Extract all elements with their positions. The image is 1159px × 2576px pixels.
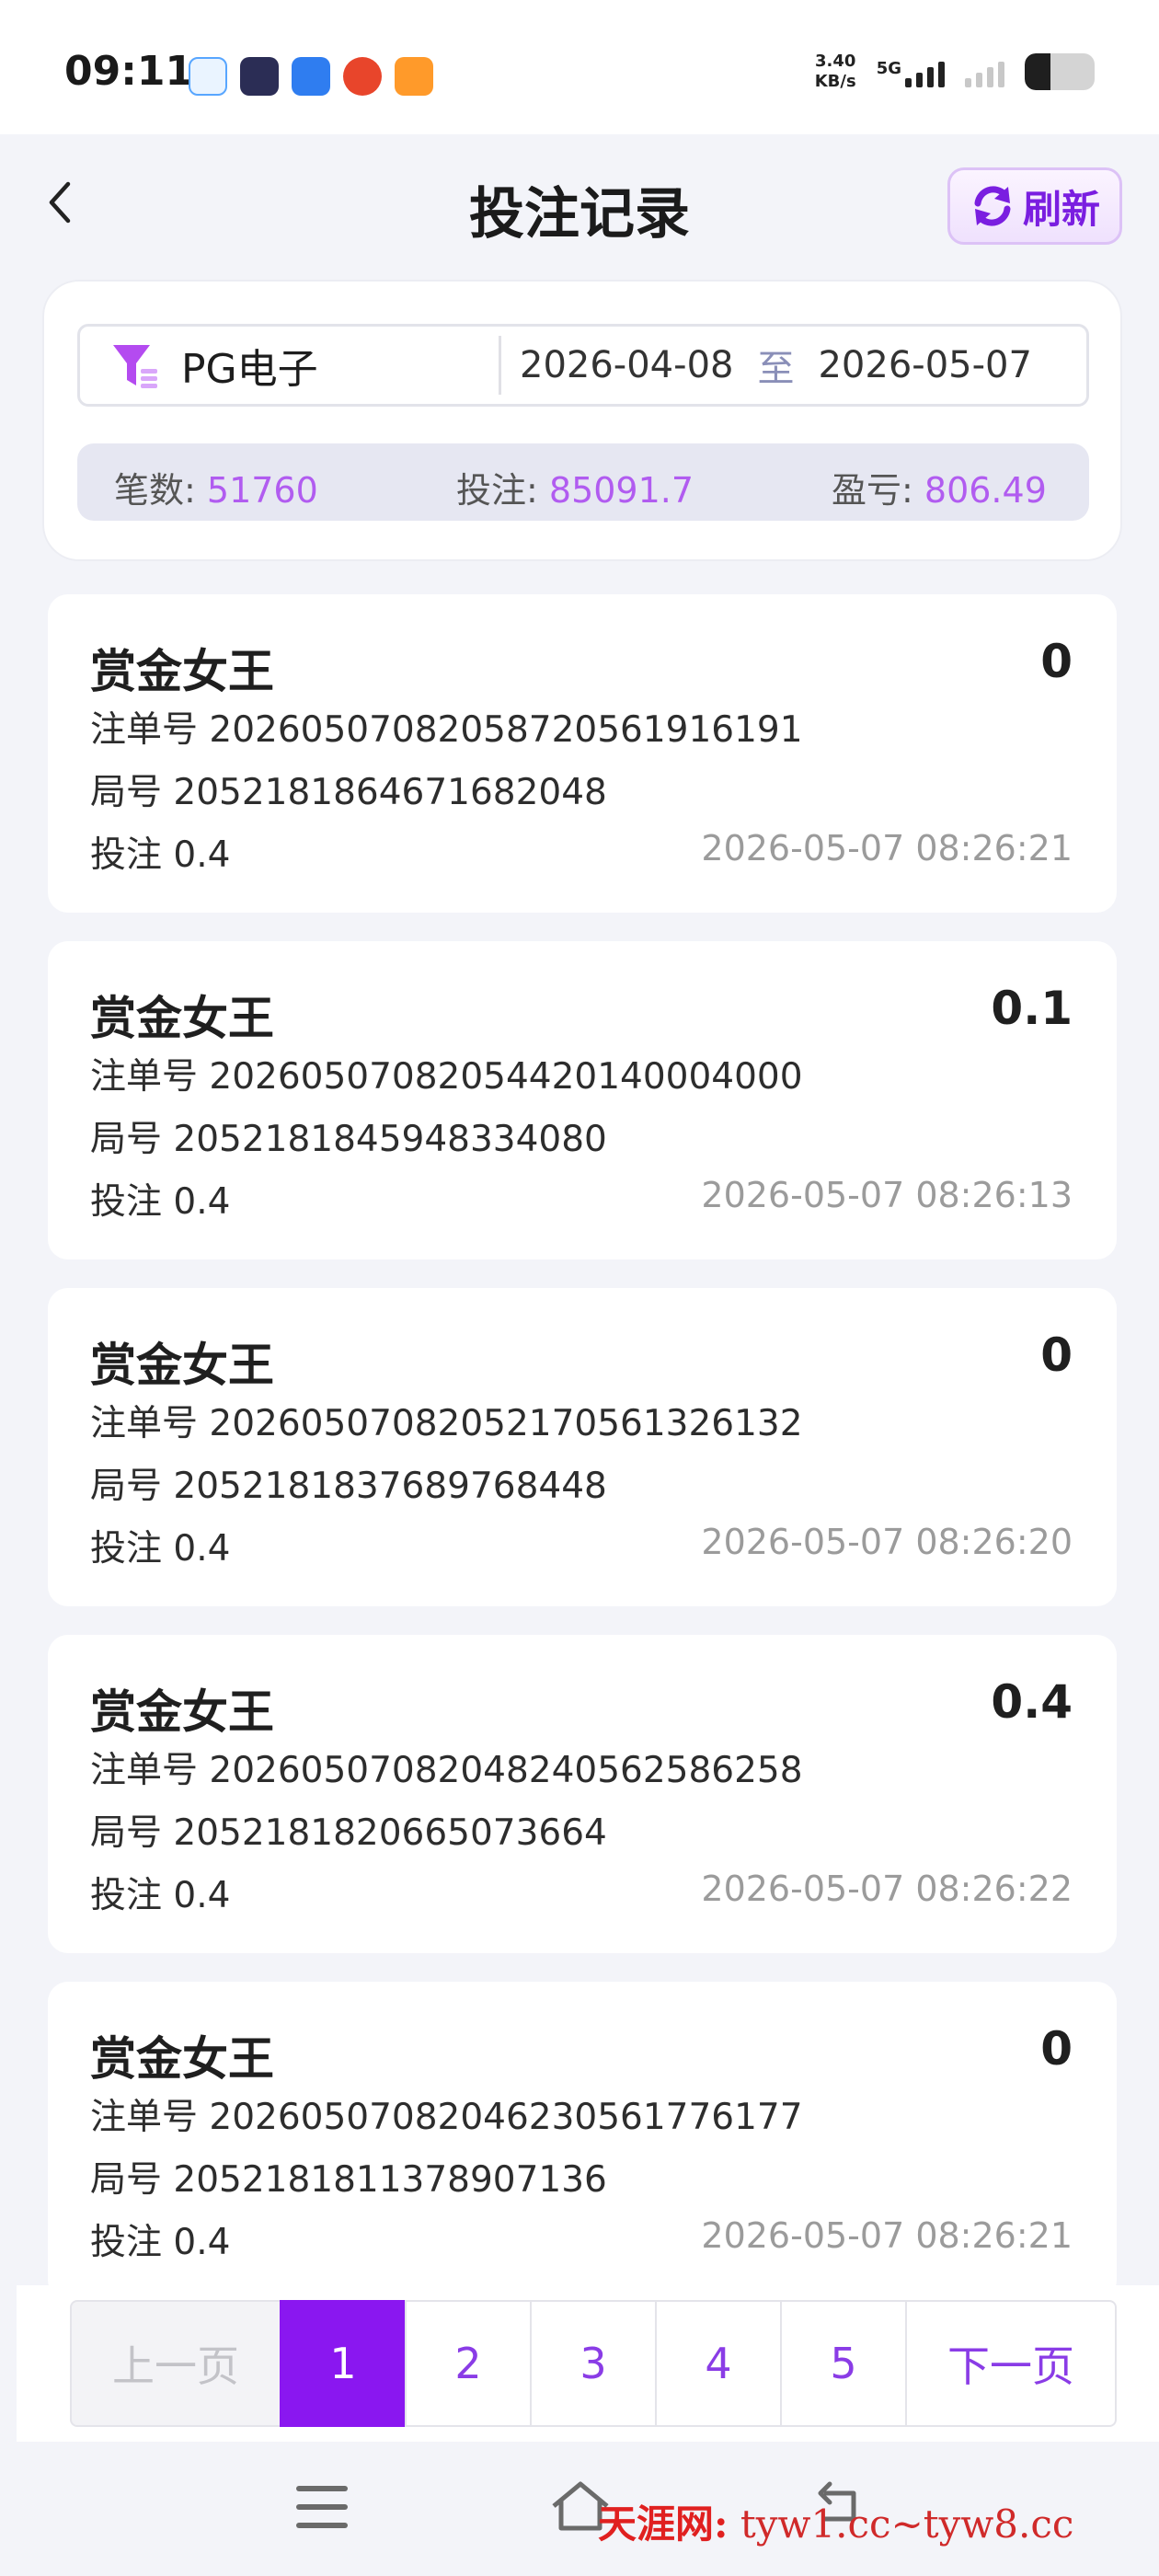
record-time: 2026-05-07 08:26:21 — [701, 2215, 1073, 2256]
watermark-urls: tyw1.cc~tyw8.cc — [740, 2501, 1074, 2547]
summary-profit: 盈亏: 806.49 — [832, 462, 1047, 512]
shopping-app-icon — [343, 57, 382, 96]
record-order-number: 注单号 20260507082058720561916191 — [90, 709, 803, 751]
record-game-name: 赏金女王 — [90, 645, 274, 698]
bet-record-card[interactable]: 赏金女王 0.1 注单号 20260507082054420140004000 … — [48, 941, 1117, 1259]
record-time: 2026-05-07 08:26:20 — [701, 1522, 1073, 1562]
record-game-name: 赏金女王 — [90, 992, 274, 1045]
record-order-number: 注单号 20260507082048240562586258 — [90, 1750, 803, 1791]
record-game-name: 赏金女王 — [90, 1685, 274, 1739]
record-round-number: 局号 2052181837689768448 — [90, 1466, 607, 1507]
filter-panel: PG电子 2026-04-08 至 2026-05-07 笔数: 51760 投… — [42, 280, 1122, 561]
game-type-value: PG电子 — [181, 346, 318, 393]
bet-label: 投注: — [456, 470, 538, 511]
profit-label: 盈亏: — [832, 470, 913, 511]
page-button-1[interactable]: 1 — [280, 2300, 407, 2427]
filter-divider — [499, 336, 501, 395]
status-time: 09:11 — [64, 48, 194, 95]
record-win-amount: 0 — [1040, 1328, 1073, 1382]
record-order-number: 注单号 20260507082052170561326132 — [90, 1403, 803, 1444]
profit-value: 806.49 — [924, 470, 1047, 511]
notification-icons — [189, 57, 433, 96]
filter-row: PG电子 2026-04-08 至 2026-05-07 — [77, 324, 1089, 407]
count-label: 笔数: — [114, 470, 196, 511]
system-indicators: 3.40 KB/s 5G — [815, 52, 1095, 92]
record-game-name: 赏金女王 — [90, 1339, 274, 1392]
record-bet-amount: 投注 0.4 — [90, 2222, 231, 2263]
page-button-4[interactable]: 4 — [655, 2300, 782, 2427]
network-type: 5G — [876, 59, 901, 78]
record-win-amount: 0 — [1040, 2022, 1073, 2076]
date-from-field[interactable]: 2026-04-08 — [520, 344, 733, 386]
record-round-number: 局号 2052181864671682048 — [90, 772, 607, 813]
summary-bet: 投注: 85091.7 — [456, 462, 694, 512]
record-bet-amount: 投注 0.4 — [90, 1875, 231, 1916]
record-round-number: 局号 2052181811378907136 — [90, 2159, 607, 2201]
refresh-label: 刷新 — [1022, 186, 1100, 232]
page-button-3[interactable]: 3 — [530, 2300, 657, 2427]
record-win-amount: 0 — [1040, 635, 1073, 688]
net-speed: 3.40 KB/s — [815, 52, 856, 92]
record-game-name: 赏金女王 — [90, 2032, 274, 2086]
refresh-icon — [974, 186, 1011, 226]
filter-icon — [113, 345, 157, 388]
bet-record-card[interactable]: 赏金女王 0 注单号 20260507082058720561916191 局号… — [48, 594, 1117, 913]
game-type-select[interactable]: PG电子 — [80, 327, 499, 404]
date-to-field[interactable]: 2026-05-07 — [818, 344, 1031, 386]
summary-bar: 笔数: 51760 投注: 85091.7 盈亏: 806.49 — [77, 443, 1089, 521]
record-time: 2026-05-07 08:26:13 — [701, 1175, 1073, 1215]
record-win-amount: 0.4 — [991, 1675, 1073, 1729]
video-app-icon — [240, 57, 279, 96]
cellular-2-icon — [965, 56, 1004, 87]
prev-page-button[interactable]: 上一页 — [70, 2300, 281, 2427]
page-button-5[interactable]: 5 — [780, 2300, 907, 2427]
status-bar: 09:11 3.40 KB/s 5G — [0, 0, 1159, 134]
record-time: 2026-05-07 08:26:21 — [701, 828, 1073, 868]
browser-app-icon — [189, 57, 227, 96]
summary-count: 笔数: 51760 — [114, 462, 318, 512]
site-watermark: 天涯网: tyw1.cc~tyw8.cc — [598, 2493, 1073, 2549]
player-app-icon — [395, 57, 433, 96]
pagination: 上一页 1 2 3 4 5 下一页 — [70, 2300, 1117, 2427]
record-order-number: 注单号 20260507082054420140004000 — [90, 1056, 803, 1098]
bet-value: 85091.7 — [548, 470, 694, 511]
page-button-2[interactable]: 2 — [405, 2300, 532, 2427]
refresh-button[interactable]: 刷新 — [947, 167, 1122, 245]
bet-record-card[interactable]: 赏金女王 0 注单号 20260507082046230561776177 局号… — [48, 1982, 1117, 2300]
cellular-1-icon: 5G — [877, 56, 945, 87]
count-value: 51760 — [206, 470, 318, 511]
record-round-number: 局号 2052181820665073664 — [90, 1812, 607, 1854]
menu-icon[interactable] — [296, 2486, 348, 2532]
bet-record-card[interactable]: 赏金女王 0.4 注单号 20260507082048240562586258 … — [48, 1635, 1117, 1953]
record-bet-amount: 投注 0.4 — [90, 834, 231, 876]
watermark-colon: : — [714, 2501, 729, 2547]
date-range: 2026-04-08 至 2026-05-07 — [520, 327, 1032, 404]
net-speed-value: 3.40 — [814, 52, 856, 71]
net-speed-unit: KB/s — [814, 72, 856, 91]
date-separator: 至 — [757, 348, 795, 390]
bet-record-card[interactable]: 赏金女王 0 注单号 20260507082052170561326132 局号… — [48, 1288, 1117, 1606]
system-nav-bar: 天涯网: tyw1.cc~tyw8.cc — [0, 2444, 1159, 2576]
record-bet-amount: 投注 0.4 — [90, 1181, 231, 1223]
page-header: 投注记录 刷新 — [0, 134, 1159, 272]
cloud-app-icon — [292, 57, 330, 96]
next-page-button[interactable]: 下一页 — [905, 2300, 1117, 2427]
record-bet-amount: 投注 0.4 — [90, 1528, 231, 1570]
record-time: 2026-05-07 08:26:22 — [701, 1869, 1073, 1909]
record-win-amount: 0.1 — [991, 982, 1073, 1035]
record-round-number: 局号 2052181845948334080 — [90, 1119, 607, 1160]
record-order-number: 注单号 20260507082046230561776177 — [90, 2097, 803, 2138]
watermark-site: 天涯网 — [598, 2501, 715, 2547]
battery-icon — [1025, 53, 1095, 90]
